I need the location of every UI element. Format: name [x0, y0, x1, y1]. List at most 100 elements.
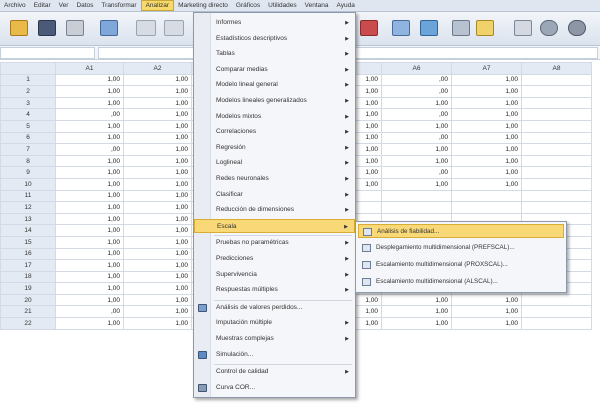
data-cell[interactable]: 1,00 [123, 282, 192, 295]
menu-archivo[interactable]: Archivo [0, 2, 30, 9]
menu-transformar[interactable]: Transformar [97, 2, 140, 9]
data-cell[interactable]: 1,00 [55, 247, 124, 261]
cell-name-box[interactable] [0, 47, 95, 59]
column-header[interactable]: A6 [381, 62, 452, 75]
data-cell[interactable] [521, 119, 592, 133]
data-cell[interactable]: 1,00 [123, 259, 192, 272]
data-cell[interactable]: 1,00 [123, 305, 192, 319]
analyze-menu-item[interactable]: Correlaciones ▶ [194, 125, 355, 139]
data-cell[interactable]: 1,00 [123, 166, 192, 179]
data-cell[interactable]: 1,00 [451, 166, 522, 179]
data-cell[interactable]: 1,00 [55, 259, 124, 272]
analyze-menu-item[interactable]: Pruebas no paramétricas ▶ [194, 236, 355, 250]
data-cell[interactable] [521, 154, 592, 168]
data-cell[interactable]: 1,00 [381, 293, 452, 307]
scripting-icon[interactable] [568, 20, 586, 36]
data-cell[interactable]: 1,00 [55, 189, 124, 203]
data-cell[interactable]: 1,00 [123, 131, 192, 145]
analyze-menu-item[interactable]: Reducción de dimensiones ▶ [194, 203, 355, 217]
menu-graficos[interactable]: Gráficos [232, 2, 264, 9]
data-cell[interactable]: 1,00 [55, 282, 124, 295]
row-header[interactable]: 20 [0, 293, 56, 307]
row-header[interactable]: 6 [0, 131, 56, 145]
undo-icon[interactable] [136, 20, 156, 36]
row-header[interactable]: 5 [0, 119, 56, 133]
scale-submenu-item[interactable]: Análisis de fiabilidad... [358, 224, 564, 238]
row-header[interactable]: 8 [0, 154, 56, 168]
data-cell[interactable]: 1,00 [55, 270, 124, 284]
analyze-menu-item[interactable]: Informes ▶ [194, 16, 355, 30]
data-cell[interactable]: 1,00 [123, 108, 192, 121]
data-cell[interactable] [521, 305, 592, 319]
menu-utilidades[interactable]: Utilidades [264, 2, 301, 9]
data-cell[interactable]: 1,00 [55, 154, 124, 168]
save-icon[interactable] [38, 20, 56, 36]
value-labels-icon[interactable] [476, 20, 494, 36]
data-cell[interactable]: 1,00 [123, 293, 192, 307]
data-cell[interactable]: ,00 [55, 108, 124, 121]
data-cell[interactable]: 1,00 [55, 96, 124, 110]
row-header[interactable]: 13 [0, 212, 56, 226]
column-header[interactable]: A8 [521, 62, 592, 75]
analyze-menu-item[interactable]: Redes neuronales ▶ [194, 172, 355, 186]
data-cell[interactable]: 1,00 [123, 96, 192, 110]
column-header[interactable]: A1 [55, 62, 124, 75]
analyze-menu-item[interactable]: Predicciones ▶ [194, 252, 355, 266]
weight-cases-icon[interactable] [420, 20, 438, 36]
row-header[interactable]: 18 [0, 270, 56, 284]
menu-editar[interactable]: Editar [30, 2, 55, 9]
row-header[interactable]: 19 [0, 282, 56, 295]
data-cell[interactable] [381, 201, 452, 214]
row-header[interactable]: 3 [0, 96, 56, 110]
data-cell[interactable]: 1,00 [123, 212, 192, 226]
data-cell[interactable]: 1,00 [123, 317, 192, 330]
recall-dialog-icon[interactable] [100, 20, 118, 36]
menu-ventana[interactable]: Ventana [301, 2, 333, 9]
data-cell[interactable]: 1,00 [451, 317, 522, 330]
scale-submenu-item[interactable]: Escalamiento multidimensional (ALSCAL)..… [358, 275, 564, 289]
data-cell[interactable] [521, 131, 592, 145]
analyze-menu-item[interactable]: Muestras complejas ▶ [194, 332, 355, 346]
row-header[interactable]: 2 [0, 85, 56, 98]
data-cell[interactable]: 1,00 [55, 73, 124, 87]
print-icon[interactable] [66, 20, 84, 36]
data-cell[interactable]: 1,00 [451, 177, 522, 191]
data-cell[interactable]: 1,00 [123, 154, 192, 168]
analyze-menu-item[interactable]: Modelos lineales generalizados ▶ [194, 94, 355, 108]
column-header[interactable]: A7 [451, 62, 522, 75]
analyze-menu-item[interactable]: Clasificar ▶ [194, 188, 355, 202]
data-cell[interactable]: 1,00 [381, 143, 452, 156]
data-cell[interactable]: ,00 [55, 305, 124, 319]
data-cell[interactable]: 1,00 [451, 131, 522, 145]
data-cell[interactable]: 1,00 [55, 317, 124, 330]
column-header[interactable]: A2 [123, 62, 192, 75]
analyze-menu-item[interactable]: Control de calidad ▶ [194, 365, 355, 379]
data-cell[interactable]: ,00 [381, 166, 452, 179]
data-cell[interactable]: 1,00 [451, 305, 522, 319]
analyze-menu-item[interactable]: Modelos mixtos ▶ [194, 110, 355, 124]
data-cell[interactable]: 1,00 [123, 189, 192, 203]
data-cell[interactable]: ,00 [381, 131, 452, 145]
data-cell[interactable] [451, 201, 522, 214]
data-cell[interactable]: ,00 [381, 73, 452, 87]
analyze-menu-item[interactable]: Supervivencia ▶ [194, 268, 355, 282]
data-cell[interactable]: 1,00 [123, 224, 192, 237]
analyze-menu-item[interactable]: Simulación... [194, 348, 355, 362]
data-cell[interactable]: 1,00 [55, 212, 124, 226]
row-header[interactable]: 4 [0, 108, 56, 121]
analyze-menu-item[interactable]: Escala ▶ [194, 218, 355, 233]
row-header[interactable]: 17 [0, 259, 56, 272]
analyze-menu-item[interactable]: Respuestas múltiples ▶ [194, 283, 355, 297]
data-cell[interactable]: 1,00 [123, 85, 192, 98]
data-cell[interactable]: 1,00 [123, 235, 192, 249]
data-cell[interactable]: 1,00 [451, 85, 522, 98]
row-header[interactable]: 1 [0, 73, 56, 87]
data-cell[interactable]: 1,00 [451, 73, 522, 87]
menu-marketing-directo[interactable]: Marketing directo [174, 2, 232, 9]
data-cell[interactable] [521, 189, 592, 203]
data-cell[interactable]: 1,00 [381, 96, 452, 110]
analyze-menu-item[interactable]: Tablas ▶ [194, 47, 355, 61]
data-cell[interactable]: 1,00 [381, 154, 452, 168]
redo-icon[interactable] [164, 20, 184, 36]
data-cell[interactable]: ,00 [381, 85, 452, 98]
